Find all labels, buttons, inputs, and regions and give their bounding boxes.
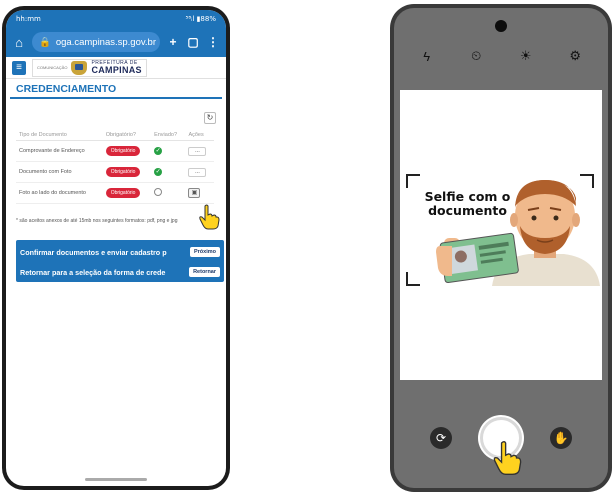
action-cell: ... bbox=[185, 140, 214, 162]
left-phone-screen: hh:mm ⁵⁸ᵢl ▮88% ⌂ 🔒 oga.campinas.sp.gov.… bbox=[6, 10, 226, 486]
table-header-row: Tipo de Documento Obrigatório? Enviado? … bbox=[16, 130, 214, 141]
sent-cell: ✓ bbox=[151, 161, 186, 183]
action-cell: ▣ bbox=[185, 182, 214, 204]
col-required: Obrigatório? bbox=[102, 130, 152, 141]
check-icon: ✓ bbox=[154, 147, 163, 155]
required-cell: Obrigatório bbox=[102, 161, 152, 183]
new-tab-icon[interactable]: + bbox=[166, 35, 180, 49]
address-bar[interactable]: 🔒 oga.campinas.sp.gov.br bbox=[32, 32, 160, 52]
site-logo[interactable]: COMUNICAÇÃO PREFEITURA DE CAMPINAS bbox=[32, 58, 147, 77]
camera-top-bar: ϟ ⏲ ☀ ⚙ bbox=[394, 48, 608, 64]
brightness-icon[interactable]: ☀ bbox=[516, 48, 536, 64]
col-actions: Ações bbox=[185, 130, 214, 141]
tutorial-stage: hh:mm ⁵⁸ᵢl ▮88% ⌂ 🔒 oga.campinas.sp.gov.… bbox=[0, 0, 614, 493]
doc-name: Documento com Foto bbox=[16, 161, 103, 183]
col-sent: Enviado? bbox=[151, 130, 186, 141]
menu-kebab-icon[interactable]: ⋮ bbox=[206, 35, 220, 49]
upload-note: * são aceitos anexos de até 15mb nos seg… bbox=[16, 218, 178, 224]
pointing-hand-icon bbox=[198, 204, 220, 234]
viewfinder: Selfie com o documento bbox=[400, 90, 602, 380]
doc-name: Foto ao lado do documento bbox=[16, 182, 103, 204]
sent-cell: ✓ bbox=[151, 140, 186, 162]
return-button[interactable]: Retornar bbox=[189, 267, 220, 277]
pending-icon bbox=[154, 187, 163, 196]
hamburger-menu-icon[interactable]: ≡ bbox=[12, 60, 26, 75]
camera-upload-button[interactable]: ▣ bbox=[188, 188, 201, 198]
page-title: CREDENCIAMENTO bbox=[10, 79, 222, 99]
refresh-icon[interactable]: ↻ bbox=[204, 112, 216, 124]
browser-toolbar: ⌂ 🔒 oga.campinas.sp.gov.br + ▢ ⋮ bbox=[6, 27, 226, 57]
return-text: Retornar para a seleção da forma de cred… bbox=[20, 267, 166, 277]
home-icon[interactable]: ⌂ bbox=[12, 35, 26, 50]
return-row: Retornar para a seleção da forma de cred… bbox=[20, 263, 220, 281]
logo-small-text: COMUNICAÇÃO bbox=[37, 65, 68, 70]
required-cell: Obrigatório bbox=[102, 182, 152, 204]
logo-line2: CAMPINAS bbox=[91, 64, 142, 75]
col-doc-type: Tipo de Documento bbox=[16, 130, 103, 141]
table-row: Comprovante de Endereço Obrigatório ✓ ..… bbox=[16, 140, 214, 162]
right-phone: ϟ ⏲ ☀ ⚙ Selfie com o documento ⟳ ✋ bbox=[390, 4, 612, 492]
tabs-icon[interactable]: ▢ bbox=[186, 35, 200, 49]
crest-icon bbox=[71, 60, 88, 75]
gallery-icon[interactable]: ✋ bbox=[550, 427, 572, 449]
required-badge: Obrigatório bbox=[105, 166, 141, 178]
check-icon: ✓ bbox=[154, 168, 163, 176]
status-indicators: ⁵⁸ᵢl ▮88% bbox=[185, 14, 216, 23]
lock-icon: 🔒 bbox=[39, 36, 51, 48]
actions-panel: Confirmar documentos e enviar cadastro p… bbox=[16, 240, 224, 282]
confirm-row: Confirmar documentos e enviar cadastro p… bbox=[20, 243, 220, 261]
table-row: Foto ao lado do documento Obrigatório ▣ bbox=[16, 182, 214, 204]
status-time: hh:mm bbox=[16, 14, 41, 23]
documents-table: Tipo de Documento Obrigatório? Enviado? … bbox=[16, 130, 214, 204]
doc-name: Comprovante de Endereço bbox=[16, 140, 103, 162]
timer-icon[interactable]: ⏲ bbox=[466, 48, 486, 64]
required-cell: Obrigatório bbox=[102, 140, 152, 162]
switch-camera-icon[interactable]: ⟳ bbox=[430, 427, 452, 449]
pointing-hand-icon bbox=[492, 440, 522, 480]
required-badge: Obrigatório bbox=[105, 145, 141, 157]
more-button[interactable]: ... bbox=[188, 146, 207, 156]
gesture-bar bbox=[85, 478, 147, 481]
front-camera bbox=[495, 20, 507, 32]
selfie-illustration: Selfie com o documento bbox=[404, 168, 600, 286]
more-button[interactable]: ... bbox=[188, 167, 207, 177]
required-badge: Obrigatório bbox=[105, 187, 141, 199]
person-with-document-illustration bbox=[436, 180, 600, 286]
flash-icon[interactable]: ϟ bbox=[417, 49, 437, 64]
confirm-text: Confirmar documentos e enviar cadastro p bbox=[20, 247, 167, 257]
action-cell: ... bbox=[185, 161, 214, 183]
settings-icon[interactable]: ⚙ bbox=[565, 48, 585, 64]
site-header: ≡ COMUNICAÇÃO PREFEITURA DE CAMPINAS bbox=[6, 57, 226, 79]
logo-text: PREFEITURA DE CAMPINAS bbox=[91, 60, 142, 75]
url-text: oga.campinas.sp.gov.br bbox=[55, 36, 157, 48]
sent-cell bbox=[151, 182, 186, 204]
left-phone: hh:mm ⁵⁸ᵢl ▮88% ⌂ 🔒 oga.campinas.sp.gov.… bbox=[2, 6, 230, 490]
status-bar: hh:mm ⁵⁸ᵢl ▮88% bbox=[6, 10, 226, 27]
table-row: Documento com Foto Obrigatório ✓ ... bbox=[16, 161, 214, 183]
next-button[interactable]: Próximo bbox=[189, 247, 220, 257]
camera-screen: ϟ ⏲ ☀ ⚙ Selfie com o documento ⟳ ✋ bbox=[394, 8, 608, 488]
